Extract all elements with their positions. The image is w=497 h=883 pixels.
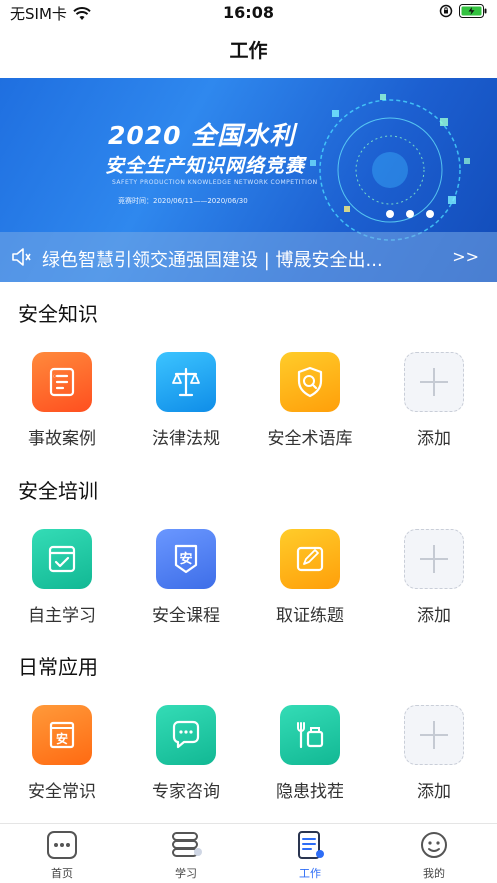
self-study-icon — [32, 529, 92, 589]
work-doc-icon — [298, 831, 324, 859]
chat-bubble-icon — [156, 705, 216, 765]
item-label: 添加 — [417, 782, 451, 802]
item-label: 事故案例 — [28, 429, 96, 449]
banner-date: 竞赛时间：2020/06/11——2020/06/30 — [118, 197, 248, 205]
profile-icon — [421, 832, 447, 858]
banner-subtitle-en: SAFETY PRODUCTION KNOWLEDGE NETWORK COMP… — [112, 179, 318, 186]
app-safety-courses[interactable]: 安 安全课程 — [136, 529, 236, 626]
app-safety-common-sense[interactable]: 安 安全常识 — [12, 705, 112, 802]
item-label: 安全课程 — [152, 606, 220, 626]
tab-profile[interactable]: 我的 — [394, 830, 474, 881]
svg-text:安: 安 — [56, 731, 68, 746]
add-app-button[interactable]: 添加 — [384, 529, 484, 626]
app-certificate-practice[interactable]: 取证练题 — [260, 529, 360, 626]
banner-dot[interactable] — [426, 210, 434, 218]
banner-subtitle-cn: 安全生产知识网络竞赛 — [105, 155, 306, 177]
search-shield-icon — [280, 352, 340, 412]
section-title-knowledge: 安全知识 — [18, 302, 98, 326]
notice-bar[interactable]: 绿色智慧引领交通强国建设 | 博晟安全出... >> — [0, 232, 497, 282]
tab-label: 首页 — [51, 867, 73, 880]
add-app-button[interactable]: 添加 — [384, 352, 484, 449]
tab-label: 学习 — [175, 867, 197, 880]
notice-more-link[interactable]: >> — [452, 247, 479, 266]
item-label: 法律法规 — [152, 429, 220, 449]
orientation-lock-icon — [439, 4, 453, 18]
status-bar: 无SIM卡 16:08 — [0, 0, 497, 26]
app-accident-cases[interactable]: 事故案例 — [12, 352, 112, 449]
banner-title: 2020 全国水利 — [108, 121, 296, 150]
battery-charging-icon — [459, 4, 487, 18]
tab-label: 我的 — [423, 867, 445, 880]
study-book-icon — [172, 832, 202, 857]
item-label: 专家咨询 — [152, 782, 220, 802]
banner-pagination — [386, 210, 434, 218]
app-laws-regulations[interactable]: 法律法规 — [136, 352, 236, 449]
item-label: 添加 — [417, 606, 451, 626]
home-dots-icon — [47, 831, 77, 859]
banner-dot[interactable] — [386, 210, 394, 218]
bottom-tab-bar: 首页 学习 工作 我的 — [0, 823, 497, 883]
tab-home[interactable]: 首页 — [22, 830, 102, 881]
app-expert-consult[interactable]: 专家咨询 — [136, 705, 236, 802]
item-label: 取证练题 — [276, 606, 344, 626]
banner-dot[interactable] — [406, 210, 414, 218]
item-label: 隐患找茬 — [276, 782, 344, 802]
item-label: 安全术语库 — [267, 429, 353, 449]
app-self-study[interactable]: 自主学习 — [12, 529, 112, 626]
page-title: 工作 — [229, 40, 268, 62]
plus-icon — [404, 352, 464, 412]
tab-study[interactable]: 学习 — [146, 830, 226, 881]
item-label: 安全常识 — [28, 782, 96, 802]
app-hazard-finder[interactable]: 隐患找茬 — [260, 705, 360, 802]
wrench-tools-icon — [280, 705, 340, 765]
status-time: 16:08 — [223, 3, 274, 22]
safety-knowledge-icon: 安 — [32, 705, 92, 765]
exam-edit-icon — [280, 529, 340, 589]
item-label: 自主学习 — [28, 606, 96, 626]
app-safety-glossary[interactable]: 安全术语库 — [260, 352, 360, 449]
speaker-icon — [12, 248, 31, 266]
tab-label: 工作 — [299, 867, 321, 880]
notice-text[interactable]: 绿色智慧引领交通强国建设 | 博晟安全出... — [42, 246, 412, 272]
case-file-icon — [32, 352, 92, 412]
tab-work[interactable]: 工作 — [270, 830, 350, 881]
plus-icon — [404, 529, 464, 589]
section-title-training: 安全培训 — [18, 479, 98, 503]
section-title-daily: 日常应用 — [18, 655, 98, 679]
plus-icon — [404, 705, 464, 765]
add-app-button[interactable]: 添加 — [384, 705, 484, 802]
svg-text:安: 安 — [179, 551, 192, 567]
course-shield-icon: 安 — [156, 529, 216, 589]
scales-icon — [156, 352, 216, 412]
item-label: 添加 — [417, 429, 451, 449]
